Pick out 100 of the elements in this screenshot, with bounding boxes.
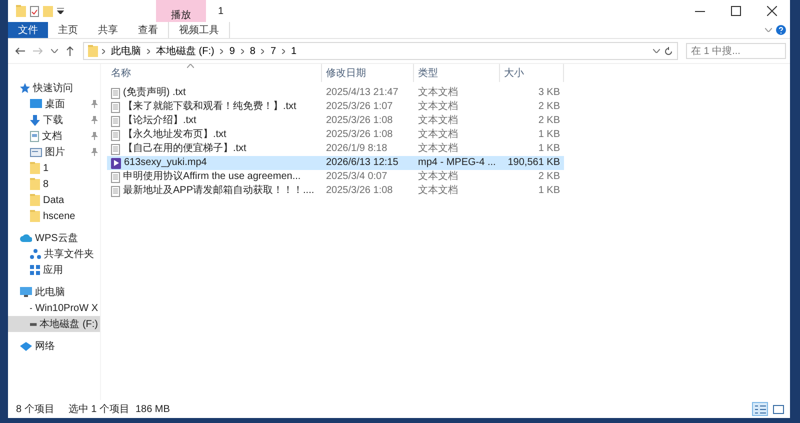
column-header[interactable]: 大小	[500, 64, 564, 82]
sidebar-item[interactable]: 共享文件夹	[8, 246, 100, 262]
chevron-icon	[282, 48, 286, 54]
file-name-cell[interactable]: 最新地址及APP请发邮箱自动获取！！！....	[107, 184, 322, 198]
text-file-icon	[111, 102, 120, 112]
address-bar[interactable]: 此电脑 本地磁盘 (F:) 9 8 7 1	[83, 42, 678, 60]
column-header[interactable]: 类型	[414, 64, 500, 82]
sidebar-item[interactable]: Data	[8, 192, 100, 208]
properties-icon[interactable]	[30, 6, 39, 16]
folder-icon	[16, 5, 26, 17]
computer-icon	[20, 287, 32, 297]
refresh-icon[interactable]	[664, 46, 673, 56]
size-cell: 190,561 KB	[500, 156, 564, 170]
sidebar-item[interactable]: 本地磁盘 (F:)	[8, 316, 100, 332]
text-file-icon	[111, 88, 120, 98]
file-name-cell[interactable]: (免责声明) .txt	[107, 86, 322, 100]
text-file-icon	[111, 172, 120, 182]
folder-icon	[30, 162, 40, 174]
date-cell-text: 2025/3/4 0:07	[325, 170, 388, 184]
sidebar-item[interactable]: hscene	[8, 208, 100, 224]
expand-ribbon-icon[interactable]	[765, 28, 772, 32]
video-file-icon	[111, 158, 121, 168]
dropdown-icon[interactable]	[57, 8, 64, 14]
help-icon[interactable]	[776, 25, 786, 35]
size-cell-text: 3 KB	[537, 86, 561, 100]
file-name-cell[interactable]: 【来了就能下载和观看！纯免费！】.txt	[107, 100, 322, 114]
text-file-icon	[111, 116, 120, 126]
folder-icon	[30, 210, 40, 222]
chevron-icon	[102, 48, 105, 54]
breadcrumb[interactable]: 9	[227, 46, 237, 56]
file-name-cell[interactable]: 申明使用协议Affirm the use agreemen...	[107, 170, 322, 184]
drive-icon	[30, 322, 37, 326]
size-cell-text: 2 KB	[537, 100, 561, 114]
type-cell-text: 文本文档	[417, 184, 459, 198]
column-header[interactable]: 修改日期	[322, 64, 414, 82]
size-cell-text: 2 KB	[537, 170, 561, 184]
selection-count: 选中 1 个项目	[68, 402, 130, 416]
minimize-icon[interactable]	[695, 10, 705, 12]
sidebar-item[interactable]: 8	[8, 176, 100, 192]
sidebar-section[interactable]: WPS云盘	[8, 230, 100, 246]
folder-icon	[30, 194, 40, 206]
ribbon-tab[interactable]: 共享	[88, 22, 128, 38]
ribbon-tab[interactable]: 文件	[8, 22, 48, 38]
apps-icon	[30, 265, 40, 275]
file-name-cell[interactable]: 【永久地址发布页】.txt	[107, 128, 322, 142]
chevron-icon	[220, 48, 224, 54]
recent-locations-button[interactable]	[48, 49, 61, 53]
maximize-icon[interactable]	[731, 6, 741, 16]
date-cell-text: 2025/3/26 1:08	[325, 128, 394, 142]
text-file-icon	[111, 130, 120, 140]
size-cell-text: 1 KB	[537, 128, 561, 142]
window-title: 1	[218, 6, 225, 16]
details-view-button[interactable]	[752, 402, 768, 416]
item-count: 8 个项目	[16, 403, 54, 416]
ribbon-tab[interactable]: 视频工具	[168, 22, 230, 38]
folder-icon	[88, 45, 98, 57]
ribbon-tab[interactable]: 主页	[48, 22, 88, 38]
sidebar-item[interactable]: 文档	[8, 128, 100, 144]
breadcrumb[interactable]: 1	[289, 46, 299, 56]
column-header[interactable]: 名称	[107, 64, 322, 82]
folder-icon	[30, 178, 40, 190]
size-cell-text: 2 KB	[537, 114, 561, 128]
desktop-icon	[30, 99, 42, 109]
type-cell-text: 文本文档	[417, 86, 459, 100]
sidebar-item[interactable]: 图片	[8, 144, 100, 160]
breadcrumb[interactable]: 8	[248, 46, 258, 56]
ribbon-tab[interactable]: 查看	[128, 22, 168, 38]
type-cell-text: 文本文档	[417, 128, 459, 142]
close-icon[interactable]	[767, 6, 777, 16]
picture-icon	[30, 148, 42, 156]
file-name-cell[interactable]: 【论坛介绍】.txt	[107, 114, 322, 128]
search-field[interactable]: 在 1 中搜...	[686, 43, 786, 59]
chevron-icon	[240, 48, 244, 54]
sidebar-section[interactable]: 快速访问	[8, 80, 100, 96]
file-name-cell[interactable]: 613sexy_yuki.mp4	[107, 156, 322, 170]
thumbnail-view-button[interactable]	[770, 402, 786, 416]
sort-ascending-icon	[187, 64, 194, 68]
sidebar-item[interactable]: 1	[8, 160, 100, 176]
breadcrumb[interactable]: 此电脑	[109, 44, 143, 58]
date-cell-text: 2025/3/26 1:07	[325, 100, 394, 114]
file-name-cell[interactable]: 【自己在用的便宜梯子】.txt	[107, 142, 322, 156]
sidebar-section[interactable]: 网络	[8, 338, 100, 354]
context-tab-group: 播放	[156, 0, 206, 22]
date-cell: 2026/6/13 12:15	[322, 156, 414, 170]
sidebar-section[interactable]: 此电脑	[8, 284, 100, 300]
size-cell-text: 1 KB	[537, 142, 561, 156]
type-cell-text: 文本文档	[417, 100, 459, 114]
date-cell-text: 2025/3/26 1:08	[325, 184, 394, 198]
date-cell-text: 2025/3/26 1:08	[325, 114, 394, 128]
document-icon	[30, 130, 39, 142]
breadcrumb[interactable]: 7	[268, 46, 278, 56]
type-cell: mp4 - MPEG-4 ...	[414, 156, 500, 170]
sidebar-item[interactable]: 下载	[8, 112, 100, 128]
cloud-icon	[20, 234, 32, 242]
sidebar-item[interactable]: Win10ProW X	[8, 300, 100, 316]
breadcrumb[interactable]: 本地磁盘 (F:)	[154, 44, 216, 58]
sidebar-item[interactable]: 桌面	[8, 96, 100, 112]
chevron-icon	[147, 48, 150, 54]
date-cell-text: 2025/4/13 21:47	[325, 86, 400, 100]
sidebar-item[interactable]: 应用	[8, 262, 100, 278]
